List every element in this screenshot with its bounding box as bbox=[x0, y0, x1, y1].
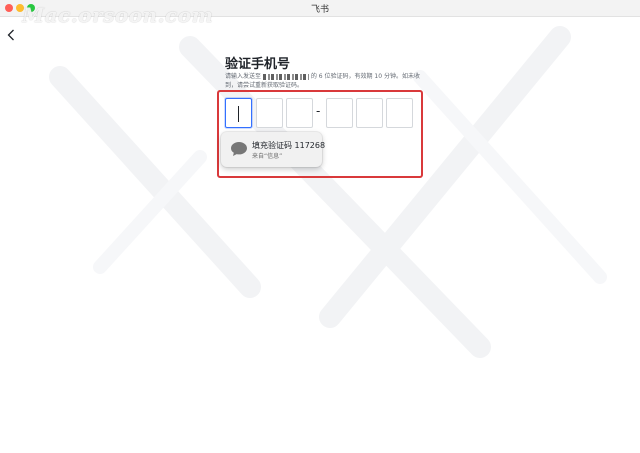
code-separator: - bbox=[316, 104, 321, 118]
chevron-left-icon bbox=[7, 29, 14, 41]
autofill-code-suggestion[interactable]: 填充验证码 117268 来自“信息” bbox=[221, 132, 326, 167]
code-input-1[interactable] bbox=[225, 98, 252, 128]
masked-phone-number bbox=[262, 73, 309, 80]
page-title: 验证手机号 bbox=[225, 57, 291, 72]
code-input-6[interactable] bbox=[386, 98, 413, 128]
autofill-source: 来自“信息” bbox=[252, 153, 283, 160]
message-bubble-icon bbox=[231, 142, 247, 156]
instruction-prefix: 请输入发送至 bbox=[225, 73, 262, 80]
text-caret bbox=[238, 106, 239, 122]
code-input-2[interactable] bbox=[256, 98, 283, 128]
code-input-3[interactable] bbox=[286, 98, 313, 128]
instruction-text: 请输入发送至 的 6 位验证码，有效期 10 分钟。如未收到，请尝试重新获取验证… bbox=[225, 72, 421, 90]
code-input-5[interactable] bbox=[356, 98, 383, 128]
code-input-4[interactable] bbox=[326, 98, 353, 128]
back-button[interactable] bbox=[4, 28, 18, 42]
autofill-title: 填充验证码 117268 bbox=[252, 141, 326, 150]
